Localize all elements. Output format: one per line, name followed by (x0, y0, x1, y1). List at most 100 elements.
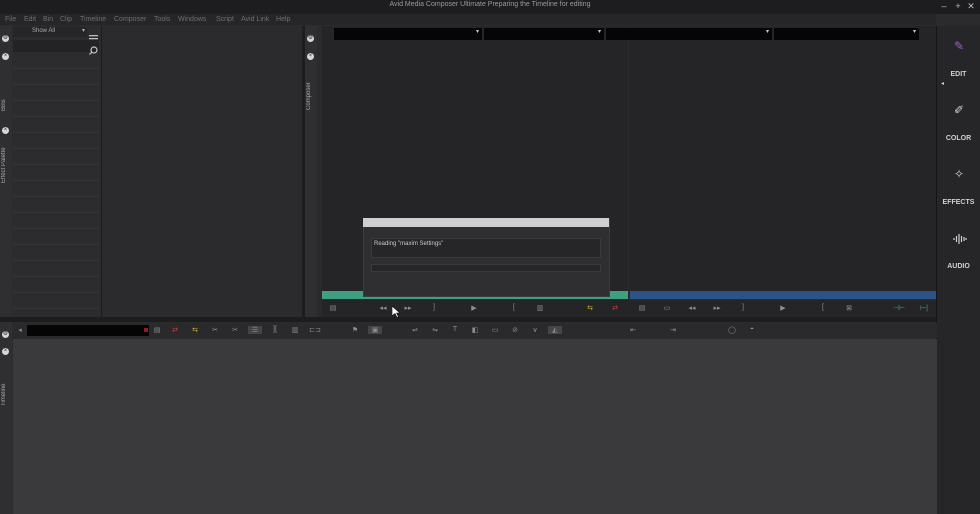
timecode-field[interactable] (27, 325, 149, 336)
workspace-edit-button[interactable]: EDIT (937, 71, 980, 78)
record-position-bar[interactable] (630, 291, 936, 299)
step-back-icon[interactable]: ◂◂ (376, 304, 390, 312)
mouse-cursor-icon (391, 305, 401, 318)
record-play-icon[interactable]: ▶ (776, 304, 790, 312)
go-to-out-icon[interactable]: ⇥ (666, 326, 680, 334)
dialog-message: Reading "maxim Settings" (371, 238, 601, 258)
effects-wand-icon[interactable]: ✧ (951, 167, 967, 181)
bins-close-icon[interactable]: × (2, 53, 9, 60)
source-clip-menu[interactable]: ▾ (334, 28, 482, 40)
workspace-audio-button[interactable]: AUDIO (937, 263, 980, 270)
segment-mode-icon[interactable]: ⇌ (408, 326, 422, 334)
workspace-effects-button[interactable]: EFFECTS (937, 199, 980, 206)
record-mark-clip-icon[interactable]: ⊠ (842, 304, 856, 312)
timeline-settings-icon[interactable]: ⚙ (2, 331, 9, 338)
bin-row-divider (13, 84, 99, 85)
overwrite-icon[interactable]: ⇄ (608, 304, 622, 312)
tl-splice-icon[interactable]: ⇆ (188, 326, 202, 334)
menu-avid-link[interactable]: Avid Link (241, 14, 269, 25)
record-mark-in-icon[interactable]: [ (816, 304, 830, 311)
menu-edit[interactable]: Edit (24, 14, 36, 25)
lift-icon[interactable]: ⊣⊢ (892, 304, 906, 312)
record-menu-icon[interactable]: ▤ (635, 304, 649, 312)
source-menu-icon[interactable]: ▤ (326, 304, 340, 312)
bins-settings-icon[interactable]: ⚙ (2, 35, 9, 42)
audio-ducking-icon[interactable]: ∨ (528, 326, 542, 334)
timeline-tracks-area[interactable] (13, 339, 937, 514)
color-brush-icon[interactable]: ✐ (951, 103, 967, 117)
bin-search-field[interactable] (13, 40, 99, 52)
lift-segment-icon[interactable]: ⇋ (428, 326, 442, 334)
add-marker-icon[interactable]: ⚑ (348, 326, 362, 334)
collapse-arrow-icon[interactable]: ◂ (941, 80, 944, 87)
bin-menu-icon[interactable] (89, 29, 98, 43)
composer-settings-icon[interactable]: ⚙ (307, 35, 314, 42)
tab-bins[interactable]: Bins (1, 94, 11, 116)
bin-row-divider (13, 212, 99, 213)
go-to-in-icon[interactable]: ⇤ (626, 326, 640, 334)
record-monitor[interactable] (629, 26, 936, 291)
edit-workspace-icon[interactable]: ✎ (951, 39, 967, 53)
record-mark-out-icon[interactable]: ] (736, 304, 750, 311)
video-monitor-icon[interactable]: ▣ (368, 326, 382, 334)
extract-icon[interactable]: ⊢| (917, 304, 931, 312)
maximize-button[interactable]: + (953, 1, 963, 11)
mark-out-icon[interactable]: ] (427, 304, 441, 311)
video-quality-icon[interactable]: ◓ (745, 326, 759, 333)
horizontal-divider[interactable] (0, 317, 936, 322)
tab-composer[interactable]: Composer (306, 78, 316, 114)
smart-tool-icon[interactable]: ◭ (548, 326, 562, 334)
clip-color-icon[interactable]: ▭ (488, 326, 502, 334)
menu-bin[interactable]: Bin (43, 14, 53, 25)
menu-timeline[interactable]: Timeline (80, 14, 106, 25)
list-view-icon[interactable]: ☰ (248, 326, 262, 334)
trim-icon[interactable]: ✂ (228, 326, 242, 334)
tab-effect-palette[interactable]: Effect Palette (1, 142, 11, 188)
columns-icon[interactable]: ▥ (288, 326, 302, 334)
cut-icon[interactable]: ✂ (208, 326, 222, 334)
menu-tools[interactable]: Tools (154, 14, 170, 25)
record-clip-menu[interactable]: ▾ (606, 28, 772, 40)
menu-windows[interactable]: Windows (178, 14, 206, 25)
workspace-color-button[interactable]: COLOR (937, 135, 980, 142)
bin-row-divider (13, 308, 99, 309)
splice-in-icon[interactable]: ⇆ (583, 304, 597, 312)
mark-clip-icon[interactable]: ▥ (533, 304, 547, 312)
menu-composer[interactable]: Composer (114, 14, 146, 25)
record-mode-icon[interactable]: ▭ (660, 304, 674, 312)
menu-file[interactable]: File (5, 14, 16, 25)
dialog-title-bar[interactable] (363, 218, 609, 227)
menu-script[interactable]: Script (216, 14, 234, 25)
minimize-button[interactable]: – (939, 1, 949, 11)
timeline-menu-icon[interactable]: ▤ (150, 326, 164, 334)
search-icon[interactable] (89, 42, 98, 55)
composer-close-icon[interactable]: × (307, 53, 314, 60)
record-info-menu[interactable]: ▾ (774, 28, 919, 40)
tab-timeline[interactable]: Timeline (1, 380, 11, 410)
source-info-menu[interactable]: ▾ (484, 28, 604, 40)
tl-overwrite-icon[interactable]: ⇄ (168, 326, 182, 334)
bin-filter-value: Show All (32, 28, 56, 34)
play-icon[interactable]: ▶ (467, 304, 481, 312)
timeline-collapse-icon[interactable]: ◂ (13, 326, 27, 334)
link-icon[interactable]: ⊏⊐ (308, 326, 322, 334)
menu-clip[interactable]: Clip (60, 14, 72, 25)
title-tool-icon[interactable]: T (448, 326, 462, 333)
record-step-forward-icon[interactable]: ▸▸ (710, 304, 724, 312)
effect-mode-icon[interactable]: ◧ (468, 326, 482, 334)
record-voiceover-icon[interactable]: ◯ (725, 326, 739, 334)
effect-palette-close-icon[interactable]: × (2, 127, 9, 134)
close-button[interactable]: ✕ (966, 1, 976, 12)
timeline-close-icon[interactable]: × (2, 348, 9, 355)
bin-filter-select[interactable]: Show All ▾ (13, 27, 87, 37)
mark-in-icon[interactable]: [ (507, 304, 521, 311)
window-title: Avid Media Composer Ultimate Preparing t… (389, 1, 591, 8)
bracket-icon[interactable]: ][ (268, 326, 282, 333)
audio-waveform-icon[interactable] (953, 232, 967, 244)
bin-row-divider (13, 148, 99, 149)
bin-row-divider (13, 292, 99, 293)
record-step-back-icon[interactable]: ◂◂ (685, 304, 699, 312)
menu-help[interactable]: Help (276, 14, 290, 25)
disable-icon[interactable]: ⊘ (508, 326, 522, 334)
step-forward-icon[interactable]: ▸▸ (401, 304, 415, 312)
